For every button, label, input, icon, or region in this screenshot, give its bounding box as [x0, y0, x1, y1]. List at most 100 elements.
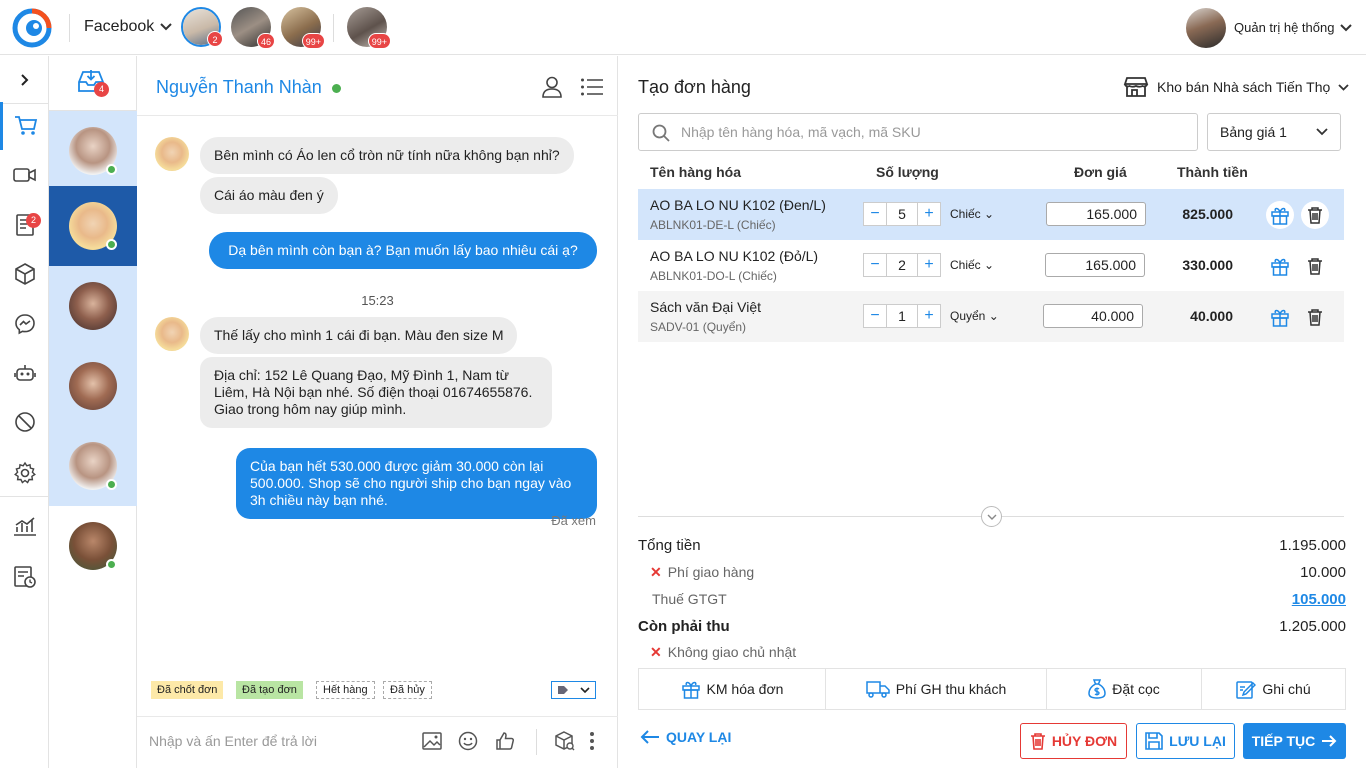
expand-nav-button[interactable]: [0, 56, 49, 104]
continue-button[interactable]: TIẾP TỤC: [1243, 723, 1346, 759]
unit-select[interactable]: Chiếc ⌄: [950, 207, 994, 221]
nav-reports[interactable]: [0, 502, 49, 550]
nav-products[interactable]: [0, 250, 49, 298]
unit-value: Chiếc: [950, 207, 981, 221]
chevron-down-icon: [1338, 83, 1349, 91]
col-header-name: Tên hàng hóa: [650, 164, 741, 180]
nav-orders[interactable]: [0, 102, 49, 150]
tag-closed[interactable]: Đã chốt đơn: [151, 681, 224, 699]
order-item-row[interactable]: AO BA LO NU K102 (Đỏ/L) ABLNK01-DO-L (Ch…: [638, 240, 1344, 291]
online-indicator: [106, 239, 117, 250]
tag-out-of-stock[interactable]: Hết hàng: [316, 681, 375, 699]
quantity-stepper: − 5 +: [863, 202, 941, 226]
conversation-item[interactable]: [49, 426, 137, 506]
conversation-item[interactable]: [49, 506, 137, 586]
decrease-button[interactable]: −: [863, 304, 887, 328]
increase-button[interactable]: +: [917, 253, 941, 277]
page-avatar-3[interactable]: 99+: [281, 7, 325, 49]
message-out: Của bạn hết 530.000 được giảm 30.000 còn…: [236, 448, 597, 519]
conversation-item[interactable]: [49, 111, 137, 191]
quantity-value[interactable]: 1: [887, 304, 917, 328]
unit-select[interactable]: Chiếc ⌄: [950, 258, 994, 272]
unit-price-input[interactable]: 165.000: [1046, 202, 1146, 226]
user-icon[interactable]: [542, 76, 562, 98]
chat-panel: Nguyễn Thanh Nhàn Bên mình có Áo len cổ …: [137, 56, 618, 768]
gift-icon[interactable]: [1266, 303, 1294, 331]
page-avatar-4[interactable]: 99+: [347, 7, 391, 49]
list-icon[interactable]: [581, 78, 603, 96]
decrease-button[interactable]: −: [863, 202, 887, 226]
nav-blocked[interactable]: [0, 398, 49, 446]
vat-value-link[interactable]: 105.000: [1292, 591, 1346, 608]
invoice-promo-button[interactable]: KM hóa đơn: [639, 669, 826, 709]
conversation-item[interactable]: [49, 266, 137, 346]
like-icon[interactable]: [495, 731, 517, 753]
order-item-row[interactable]: Sách văn Đại Việt SADV-01 (Quyển) − 1 + …: [638, 291, 1344, 342]
trash-icon: [1030, 733, 1045, 750]
image-icon[interactable]: [422, 731, 444, 753]
conversation-item-active[interactable]: [49, 186, 137, 266]
shipping-value: 10.000: [1300, 564, 1346, 581]
price-book-select[interactable]: Bảng giá 1: [1207, 113, 1341, 151]
nav-bot[interactable]: [0, 349, 49, 397]
unit-select[interactable]: Quyển ⌄: [950, 309, 999, 323]
delete-icon[interactable]: [1301, 252, 1329, 280]
deposit-button[interactable]: Đặt cọc: [1047, 669, 1202, 709]
chat-header: Nguyễn Thanh Nhàn: [137, 56, 618, 116]
nav-history[interactable]: [0, 553, 49, 601]
product-box-icon[interactable]: [553, 731, 575, 753]
quantity-value[interactable]: 5: [887, 202, 917, 226]
decrease-button[interactable]: −: [863, 253, 887, 277]
conversation-list: 4: [49, 56, 137, 768]
increase-button[interactable]: +: [917, 202, 941, 226]
admin-avatar[interactable]: [1186, 8, 1226, 48]
box-icon: [14, 263, 35, 285]
page-avatar-2[interactable]: 46: [231, 7, 275, 49]
tag-cancelled[interactable]: Đã hủy: [383, 681, 432, 699]
app-logo[interactable]: [12, 8, 52, 48]
contact-name[interactable]: Nguyễn Thanh Nhàn: [156, 77, 322, 98]
gift-icon[interactable]: [1266, 252, 1294, 280]
increase-button[interactable]: +: [917, 304, 941, 328]
unit-price-input[interactable]: 40.000: [1043, 304, 1143, 328]
nav-settings[interactable]: [0, 449, 49, 497]
tag-dropdown[interactable]: [551, 681, 596, 699]
continue-label: TIẾP TỤC: [1251, 733, 1316, 749]
page-avatar-1[interactable]: 2: [181, 7, 223, 47]
store-icon: [1123, 77, 1149, 97]
delete-icon[interactable]: [1301, 303, 1329, 331]
message-input[interactable]: [149, 733, 409, 749]
remove-icon[interactable]: ✕: [650, 644, 662, 660]
conversation-item[interactable]: [49, 346, 137, 426]
message-time: 15:23: [361, 293, 394, 308]
admin-menu[interactable]: Quản trị hệ thống: [1234, 20, 1353, 35]
arrow-right-icon: [1322, 735, 1337, 747]
nav-video[interactable]: [0, 151, 49, 199]
seen-status: Đã xem: [551, 513, 596, 528]
store-selector[interactable]: Kho bán Nhà sách Tiến Thọ: [1123, 77, 1349, 97]
cancel-order-button[interactable]: HỦY ĐƠN: [1020, 723, 1127, 759]
back-button[interactable]: QUAY LẠI: [640, 729, 731, 745]
tag-created[interactable]: Đã tạo đơn: [236, 681, 303, 699]
shipping-fee-button[interactable]: Phí GH thu khách: [826, 669, 1047, 709]
gift-icon[interactable]: [1266, 201, 1294, 229]
note-button[interactable]: Ghi chú: [1202, 669, 1345, 709]
emoji-icon[interactable]: [458, 731, 480, 753]
order-item-row[interactable]: AO BA LO NU K102 (Đen/L) ABLNK01-DE-L (C…: [638, 189, 1344, 240]
item-name: AO BA LO NU K102 (Đỏ/L): [650, 248, 819, 264]
inbox-button[interactable]: 4: [49, 56, 137, 111]
platform-selector[interactable]: Facebook: [84, 18, 172, 36]
online-indicator: [332, 84, 341, 93]
unit-price-input[interactable]: 165.000: [1045, 253, 1145, 277]
save-button[interactable]: LƯU LẠI: [1136, 723, 1235, 759]
collapse-button[interactable]: [981, 506, 1002, 527]
nav-messenger[interactable]: [0, 300, 49, 348]
cart-icon: [15, 116, 38, 135]
remove-icon[interactable]: ✕: [650, 564, 662, 580]
quantity-value[interactable]: 2: [887, 253, 917, 277]
product-search-input[interactable]: [681, 124, 1181, 140]
unit-value: Chiếc: [950, 258, 981, 272]
nav-notes[interactable]: 2: [0, 201, 49, 249]
more-options-icon[interactable]: [589, 731, 599, 753]
delete-icon[interactable]: [1301, 201, 1329, 229]
